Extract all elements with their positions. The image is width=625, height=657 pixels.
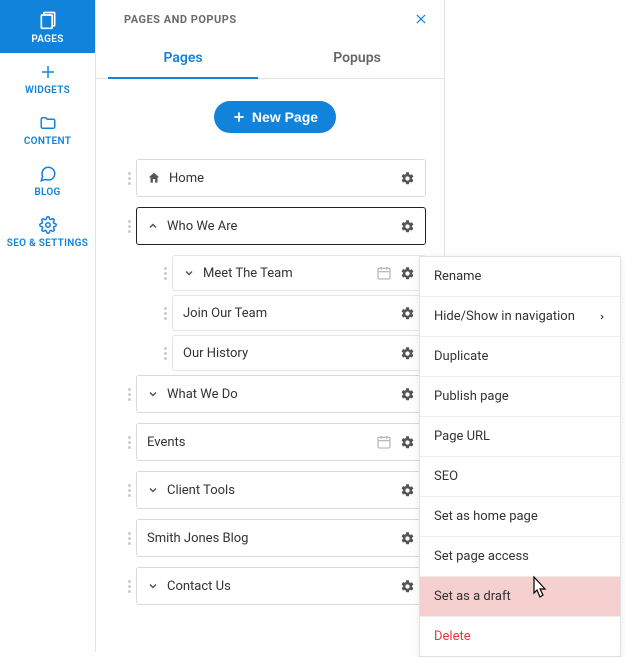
sidebar-item-widgets[interactable]: WIDGETS [0,53,95,104]
drag-handle-icon[interactable] [124,172,134,185]
gear-icon[interactable] [400,219,415,234]
new-page-label: New Page [252,109,318,125]
sidebar-item-label: PAGES [31,34,63,45]
menu-item-label: Set as home page [434,509,538,524]
chevron-down-icon [147,580,159,592]
page-label: Who We Are [167,219,400,234]
page-row[interactable]: Join Our Team [172,295,426,331]
panel-body: New Page Home Who We Are Meet The Team J… [96,79,444,605]
page-row[interactable]: Events [136,423,426,461]
plus-icon [39,63,57,81]
page-label: Our History [183,346,400,361]
tab-popups[interactable]: Popups [270,36,444,78]
page-label: Smith Jones Blog [147,531,400,546]
drag-handle-icon[interactable] [124,532,134,545]
menu-item[interactable]: Set page access [420,537,620,577]
pages-icon [38,10,58,30]
menu-item[interactable]: SEO [420,457,620,497]
sidebar-item-label: SEO & SETTINGS [7,238,88,249]
new-page-button[interactable]: New Page [214,101,336,133]
gear-icon[interactable] [400,483,415,498]
page-label: Join Our Team [183,306,400,321]
sidebar-item-pages[interactable]: PAGES [0,0,95,53]
gear-icon[interactable] [400,531,415,546]
menu-item-label: Hide/Show in navigation [434,309,575,324]
folder-icon [39,114,57,132]
sidebar-item-label: BLOG [34,187,60,198]
sidebar-item-blog[interactable]: BLOG [0,155,95,206]
page-row[interactable]: Client Tools [136,471,426,509]
gear-icon [39,216,57,234]
page-label: Client Tools [167,483,400,498]
drag-handle-icon[interactable] [160,307,170,320]
chevron-down-icon [147,484,159,496]
page-label: Meet The Team [203,266,376,281]
panel-header: PAGES AND POPUPS [96,0,444,36]
menu-item[interactable]: Set as home page [420,497,620,537]
sidebar-item-label: CONTENT [24,136,71,147]
menu-item[interactable]: Rename [420,257,620,297]
page-row[interactable]: Home [136,159,426,197]
gear-icon[interactable] [400,306,415,321]
menu-item[interactable]: Duplicate [420,337,620,377]
chevron-down-icon [147,388,159,400]
drag-handle-icon[interactable] [124,580,134,593]
sidebar-item-seo[interactable]: SEO & SETTINGS [0,206,95,257]
drag-handle-icon[interactable] [124,484,134,497]
drag-handle-icon[interactable] [160,347,170,360]
chevron-up-icon [147,220,159,232]
panel-title: PAGES AND POPUPS [124,13,237,26]
calendar-icon[interactable] [376,265,392,281]
menu-item[interactable]: Delete [420,617,620,656]
gear-icon[interactable] [400,579,415,594]
menu-item-label: Page URL [434,429,490,444]
menu-item-label: Publish page [434,389,509,404]
page-row[interactable]: Our History [172,335,426,371]
sidebar-item-content[interactable]: CONTENT [0,104,95,155]
calendar-icon[interactable] [376,434,392,450]
sidebar: PAGES WIDGETS CONTENT BLOG SEO & SETTING… [0,0,95,652]
drag-handle-icon[interactable] [124,220,134,233]
gear-icon[interactable] [400,387,415,402]
home-icon [147,171,161,185]
tab-label: Popups [333,50,381,66]
page-row[interactable]: What We Do [136,375,426,413]
menu-item-label: Set page access [434,549,529,564]
plus-icon [232,110,246,124]
chat-icon [39,165,57,183]
menu-item-label: Rename [434,269,481,284]
tab-pages[interactable]: Pages [96,36,270,78]
menu-item[interactable]: Set as a draft [420,577,620,617]
chevron-down-icon [183,267,195,279]
gear-icon[interactable] [400,435,415,450]
page-label: What We Do [167,387,400,402]
menu-item[interactable]: Publish page [420,377,620,417]
gear-icon[interactable] [400,171,415,186]
gear-icon[interactable] [400,266,415,281]
menu-item-label: Delete [434,629,471,644]
context-menu: Rename Hide/Show in navigation Duplicate Pu… [419,256,621,657]
page-label: Events [147,435,376,450]
tab-label: Pages [163,50,202,66]
menu-item[interactable]: Hide/Show in navigation [420,297,620,337]
page-row[interactable]: Meet The Team [172,255,426,291]
menu-item-label: Duplicate [434,349,488,364]
drag-handle-icon[interactable] [124,388,134,401]
pages-panel: PAGES AND POPUPS Pages Popups New Page H… [95,0,445,652]
drag-handle-icon[interactable] [160,267,170,280]
close-button[interactable] [414,12,428,26]
page-label: Home [169,171,400,186]
page-row[interactable]: Who We Are [136,207,426,245]
page-label: Contact Us [167,579,400,594]
menu-item-label: Set as a draft [434,589,511,604]
gear-icon[interactable] [400,346,415,361]
chevron-right-icon [598,312,606,322]
menu-item-label: SEO [434,469,458,484]
page-row[interactable]: Smith Jones Blog [136,519,426,557]
menu-item[interactable]: Page URL [420,417,620,457]
page-row[interactable]: Contact Us [136,567,426,605]
sidebar-item-label: WIDGETS [25,85,70,96]
tabs: Pages Popups [96,36,444,79]
drag-handle-icon[interactable] [124,436,134,449]
